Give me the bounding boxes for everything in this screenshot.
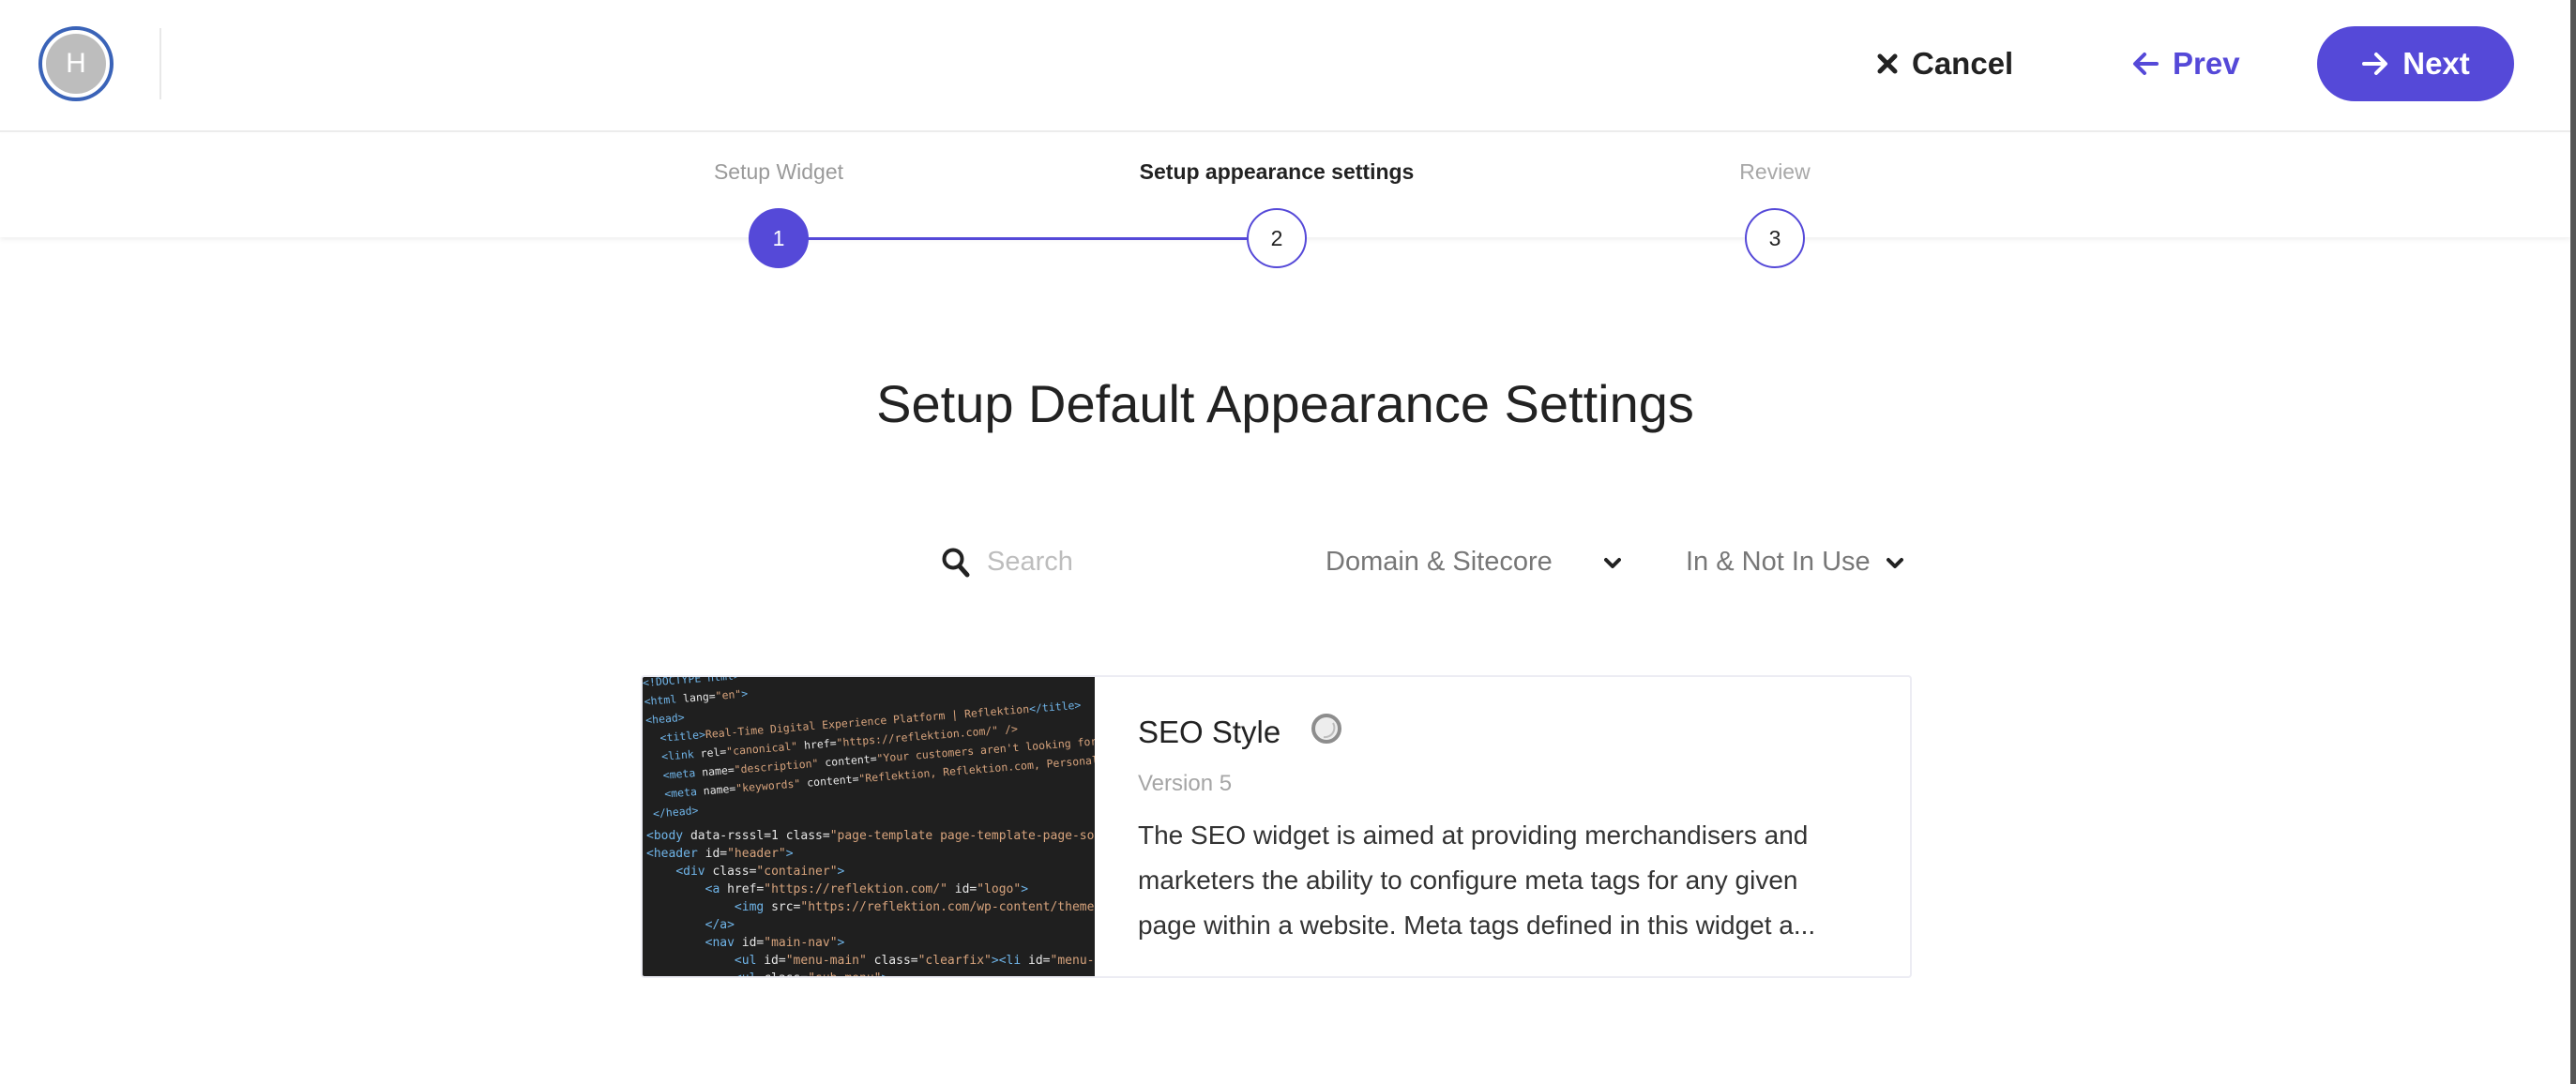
step-label-setup-widget: Setup Widget: [713, 159, 844, 184]
chevron-down-icon: [1887, 547, 1903, 578]
step-2-circle[interactable]: 2: [1247, 208, 1307, 268]
avatar-initial: H: [46, 34, 106, 94]
usage-filter-select[interactable]: In & Not In Use: [1686, 541, 1903, 582]
code-screenshot-decoration-lower: <body data-rsssl=1 class="page-template …: [646, 829, 1095, 976]
prev-button[interactable]: Prev: [2131, 26, 2240, 101]
step-label-review: Review: [1739, 159, 1811, 184]
close-icon: [1876, 53, 1899, 75]
card-thumbnail: <!DOCTYPE html> <html lang="en"> <head> …: [643, 677, 1095, 976]
avatar[interactable]: H: [38, 26, 114, 101]
arrow-left-icon: [2131, 50, 2159, 78]
card-title: SEO Style: [1138, 715, 1281, 749]
header-divider: [159, 28, 161, 99]
step-progress-line: [779, 237, 1276, 240]
search-icon: [941, 547, 971, 583]
usage-filter-value: In & Not In Use: [1686, 546, 1871, 577]
loading-spinner-icon: [1311, 713, 1342, 752]
arrow-right-icon: [2361, 50, 2389, 78]
widget-card[interactable]: <!DOCTYPE html> <html lang="en"> <head> …: [641, 675, 1912, 978]
page-title: Setup Default Appearance Settings: [876, 374, 1694, 433]
next-label: Next: [2402, 46, 2470, 81]
chevron-down-icon: [1604, 547, 1621, 578]
page: H Cancel Prev Next Setup Widget Setup ap…: [0, 0, 2576, 1084]
cancel-label: Cancel: [1912, 46, 2014, 81]
step-3-circle[interactable]: 3: [1745, 208, 1805, 268]
domain-filter-select[interactable]: Domain & Sitecore: [1326, 541, 1621, 582]
window-edge: [2570, 0, 2576, 1084]
search-input[interactable]: [987, 541, 1268, 582]
cancel-button[interactable]: Cancel: [1876, 26, 2013, 101]
top-bar: H Cancel Prev Next: [0, 0, 2570, 132]
step-1-circle[interactable]: 1: [749, 208, 809, 268]
step-label-appearance: Setup appearance settings: [1139, 159, 1415, 184]
next-button[interactable]: Next: [2317, 26, 2514, 101]
code-screenshot-decoration: <!DOCTYPE html> <html lang="en"> <head> …: [643, 677, 1095, 821]
card-description: The SEO widget is aimed at providing mer…: [1138, 821, 1816, 940]
card-version: Version 5: [1138, 771, 1233, 796]
card-title-row: SEO Style: [1138, 713, 1342, 752]
prev-label: Prev: [2173, 46, 2240, 81]
domain-filter-value: Domain & Sitecore: [1326, 546, 1553, 577]
